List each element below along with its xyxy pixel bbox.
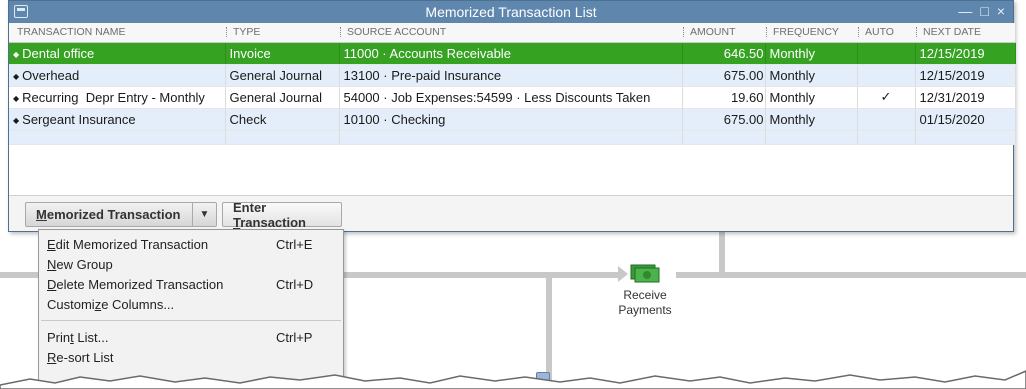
- memorized-transaction-label: Memorized Transaction: [36, 207, 181, 222]
- menu-item-delete-memorized-transaction[interactable]: Delete Memorized Transaction Ctrl+D: [39, 274, 343, 294]
- cell-frequency: Monthly: [765, 86, 858, 109]
- menu-item-label: Print List...: [47, 329, 109, 345]
- cell-transaction-name: ◆ Dental office: [9, 42, 226, 65]
- cell-type: Invoice: [225, 42, 340, 65]
- diamond-icon: ◆: [13, 49, 20, 59]
- enter-transaction-button[interactable]: Enter Transaction: [222, 199, 342, 230]
- torn-edge-decoration: [0, 370, 1026, 389]
- title-bar[interactable]: Memorized Transaction List — □ ×: [9, 1, 1013, 23]
- empty-cell: [915, 130, 1016, 145]
- menu-shortcut: Ctrl+E: [276, 236, 313, 252]
- memorized-transaction-button[interactable]: Memorized Transaction ▼: [25, 202, 217, 227]
- window-controls: — □ ×: [958, 3, 1005, 19]
- diamond-icon: ◆: [13, 71, 20, 81]
- cell-transaction-name: ◆ Overhead: [9, 64, 226, 87]
- menu-shortcut: Ctrl+P: [276, 329, 313, 345]
- table-row[interactable]: ◆ Overhead General Journal 13100 · Pre-pa…: [9, 64, 1016, 87]
- cell-next-date: 12/15/2019: [915, 42, 1016, 65]
- auto-checkmark-icon: ✓: [857, 86, 916, 109]
- menu-item-label: Edit Memorized Transaction: [47, 236, 209, 252]
- close-icon[interactable]: ×: [997, 3, 1005, 19]
- table-row[interactable]: ◆ Sergeant Insurance Check 10100 · Checki…: [9, 108, 1016, 131]
- column-header-auto[interactable]: AUTO: [857, 23, 915, 43]
- column-header-next-date[interactable]: NEXT DATE: [915, 23, 1015, 43]
- menu-item-print-list[interactable]: Print List... Ctrl+P: [39, 327, 343, 347]
- empty-cell: [857, 130, 916, 145]
- column-header-amount[interactable]: AMOUNT: [682, 23, 765, 43]
- menu-item-customize-columns[interactable]: Customize Columns...: [39, 294, 343, 314]
- cell-amount: 675.00: [682, 64, 766, 87]
- table-row[interactable]: ◆ Recurring Depr Entry - Monthly General …: [9, 86, 1016, 109]
- cell-type: General Journal: [225, 64, 340, 87]
- cell-frequency: Monthly: [765, 108, 858, 131]
- cell-next-date: 01/15/2020: [915, 108, 1016, 131]
- window-title: Memorized Transaction List: [425, 4, 597, 20]
- cell-source-account: 54000 · Job Expenses:54599 · Less Discou…: [339, 86, 683, 109]
- cell-type: General Journal: [225, 86, 340, 109]
- empty-cell: [225, 130, 340, 145]
- empty-row: [9, 130, 1016, 145]
- empty-cell: [339, 130, 683, 145]
- maximize-icon[interactable]: □: [980, 3, 988, 19]
- table-row[interactable]: ◆ Dental office Invoice 11000 · Accounts …: [9, 42, 1016, 65]
- cell-transaction-name: ◆ Recurring Depr Entry - Monthly: [9, 86, 226, 109]
- window-menu-icon[interactable]: [14, 5, 28, 18]
- cell-type: Check: [225, 108, 340, 131]
- menu-item-label: Delete Memorized Transaction: [47, 276, 224, 292]
- cell-auto: [857, 42, 916, 65]
- cell-amount: 19.60: [682, 86, 766, 109]
- cell-amount: 675.00: [682, 108, 766, 131]
- cell-source-account: 13100 · Pre-paid Insurance: [339, 64, 683, 87]
- menu-item-new-group[interactable]: New Group: [39, 254, 343, 274]
- menu-separator: [41, 320, 341, 321]
- memorized-transaction-list-window: Memorized Transaction List — □ × TRANSAC…: [8, 0, 1016, 232]
- column-header-transaction-name[interactable]: TRANSACTION NAME: [9, 23, 225, 43]
- column-header-source-account[interactable]: SOURCE ACCOUNT: [339, 23, 682, 43]
- cell-source-account: 11000 · Accounts Receivable: [339, 42, 683, 65]
- column-header-frequency[interactable]: FREQUENCY: [765, 23, 857, 43]
- transaction-table: TRANSACTION NAME TYPE SOURCE ACCOUNT AMO…: [9, 23, 1016, 145]
- money-icon: [630, 264, 660, 283]
- cell-next-date: 12/31/2019: [915, 86, 1016, 109]
- flow-line-vertical-right: [719, 232, 725, 276]
- table-header-row: TRANSACTION NAME TYPE SOURCE ACCOUNT AMO…: [9, 23, 1015, 43]
- cell-transaction-name: ◆ Sergeant Insurance: [9, 108, 226, 131]
- cell-frequency: Monthly: [765, 64, 858, 87]
- receive-payments-label-2: Payments: [618, 303, 672, 317]
- chevron-down-icon[interactable]: ▼: [192, 203, 216, 226]
- menu-item-label: Customize Columns...: [47, 296, 175, 312]
- menu-shortcut: Ctrl+D: [276, 276, 314, 292]
- cell-auto: [857, 108, 916, 131]
- menu-item-edit-memorized-transaction[interactable]: Edit Memorized Transaction Ctrl+E: [39, 234, 343, 254]
- diamond-icon: ◆: [13, 93, 20, 103]
- cell-auto: [857, 64, 916, 87]
- cell-next-date: 12/15/2019: [915, 64, 1016, 87]
- flow-line-horizontal-right: [676, 272, 1026, 278]
- receive-payments-label-1: Receive: [623, 288, 667, 302]
- empty-cell: [682, 130, 766, 145]
- receive-payments-shortcut[interactable]: Receive Payments: [590, 262, 700, 318]
- menu-item-label: New Group: [47, 256, 113, 272]
- empty-cell: [765, 130, 858, 145]
- button-bar: Memorized Transaction ▼ Enter Transactio…: [9, 195, 1013, 231]
- diamond-icon: ◆: [13, 115, 20, 125]
- cell-amount: 646.50: [682, 42, 766, 65]
- minimize-icon[interactable]: —: [958, 3, 972, 19]
- cell-frequency: Monthly: [765, 42, 858, 65]
- enter-transaction-label: Enter Transaction: [233, 199, 306, 230]
- empty-cell: [9, 130, 226, 145]
- column-header-type[interactable]: TYPE: [225, 23, 339, 43]
- cell-source-account: 10100 · Checking: [339, 108, 683, 131]
